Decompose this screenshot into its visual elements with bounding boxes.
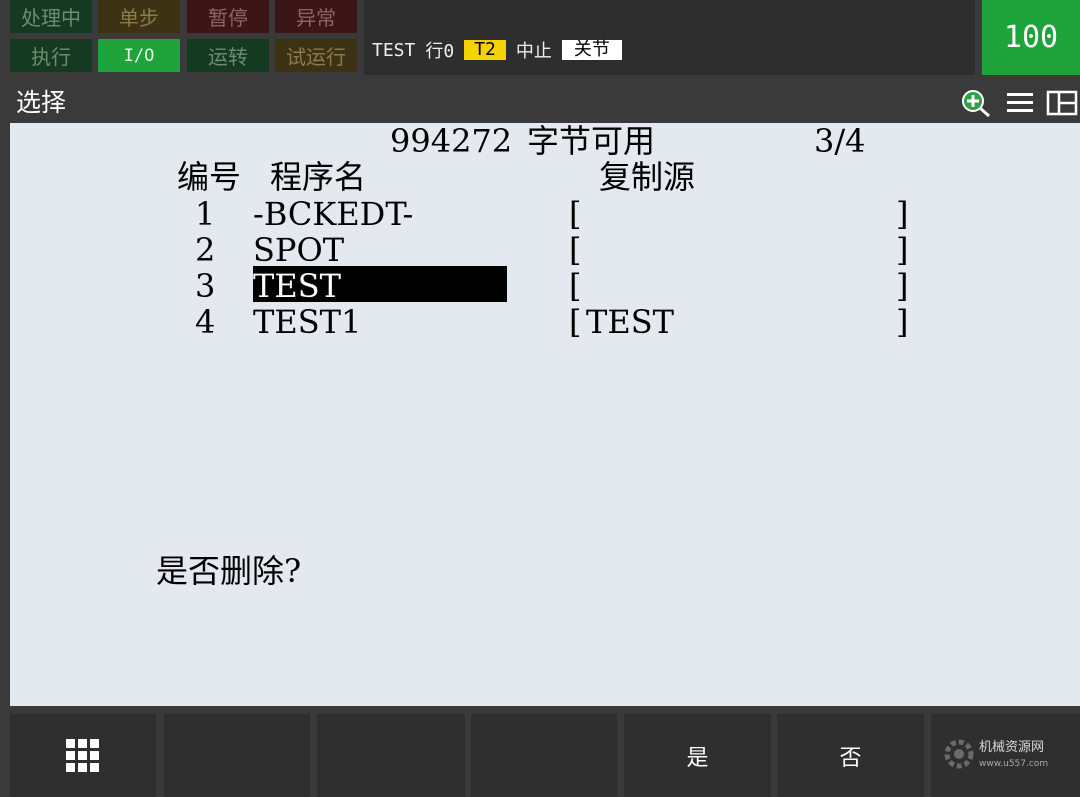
program-name-cell: TEST1 bbox=[253, 303, 362, 341]
fkey-yes[interactable]: 是 bbox=[624, 714, 771, 797]
program-status-line: TEST 行0 T2 中止 关节 bbox=[372, 37, 622, 63]
grid-menu-icon bbox=[66, 738, 99, 772]
col-header-source: 复制源 bbox=[599, 158, 696, 196]
status-processing: 处理中 bbox=[10, 0, 92, 33]
zoom-in-icon[interactable] bbox=[960, 89, 994, 117]
row-number: 3 bbox=[195, 267, 216, 305]
col-header-name: 程序名 bbox=[270, 158, 367, 196]
status-step: 单步 bbox=[98, 0, 180, 33]
source-bracket-close: ] bbox=[896, 303, 909, 341]
speed-override[interactable]: 100 bbox=[982, 0, 1080, 75]
title-bar: 选择 bbox=[10, 83, 1080, 123]
watermark: 机械资源网 www.u557.com bbox=[979, 740, 1048, 772]
watermark-name: 机械资源网 bbox=[979, 740, 1045, 755]
row-number: 2 bbox=[195, 231, 216, 269]
gear-watermark-icon bbox=[944, 739, 974, 769]
source-bracket-close: ] bbox=[896, 231, 909, 269]
fkey-no[interactable]: 否 bbox=[777, 714, 924, 797]
source-bracket-open: [ bbox=[569, 231, 582, 269]
split-view-icon[interactable] bbox=[1046, 89, 1078, 117]
row-number: 1 bbox=[195, 195, 216, 233]
row-number: 4 bbox=[195, 303, 216, 341]
status-fault: 异常 bbox=[275, 0, 357, 33]
source-bracket-open: [ bbox=[569, 303, 582, 341]
override-value: 100 bbox=[1003, 20, 1059, 55]
selection-highlight: TEST bbox=[253, 266, 507, 305]
program-select-screen: 994272 字节可用 3/4 编号 程序名 复制源 1 -BCKEDT- [ … bbox=[10, 123, 1080, 706]
yes-button-label: 是 bbox=[686, 745, 709, 771]
fkey-menu[interactable] bbox=[10, 714, 156, 797]
fkey-f5[interactable]: 机械资源网 www.u557.com bbox=[931, 714, 1080, 797]
source-bracket-open: [ bbox=[569, 267, 582, 305]
status-prod: 运转 bbox=[187, 39, 269, 72]
page-title: 选择 bbox=[16, 88, 67, 117]
mode-badge: T2 bbox=[464, 40, 506, 60]
status-run: 执行 bbox=[10, 39, 92, 72]
coord-badge: 关节 bbox=[561, 40, 622, 60]
line-number: 行0 bbox=[425, 41, 455, 62]
function-key-bar: 是 否 机械资源网 www.u557.com bbox=[10, 706, 1080, 797]
program-name-cell: -BCKEDT- bbox=[253, 195, 414, 233]
status-io: I/O bbox=[98, 39, 180, 72]
fkey-f2[interactable] bbox=[317, 714, 465, 797]
top-status-bar: TEST 行0 T2 中止 关节 bbox=[364, 0, 975, 75]
fkey-f1[interactable] bbox=[164, 714, 310, 797]
fkey-f3[interactable] bbox=[471, 714, 617, 797]
program-name-cell: SPOT bbox=[253, 231, 345, 269]
col-header-no: 编号 bbox=[177, 158, 242, 196]
source-bracket-close: ] bbox=[896, 267, 909, 305]
status-tryrun: 试运行 bbox=[275, 39, 357, 72]
source-bracket-close: ] bbox=[896, 195, 909, 233]
copy-source-cell: TEST bbox=[586, 303, 674, 341]
no-button-label: 否 bbox=[839, 745, 862, 771]
status-hold: 暂停 bbox=[187, 0, 269, 33]
bytes-free-label: 字节可用 bbox=[527, 122, 656, 160]
source-bracket-open: [ bbox=[569, 195, 582, 233]
menu-icon[interactable] bbox=[1006, 89, 1034, 117]
program-name: TEST bbox=[372, 39, 416, 61]
delete-confirm-prompt: 是否删除? bbox=[156, 552, 302, 590]
program-name-cell: TEST bbox=[253, 267, 341, 305]
page-indicator: 3/4 bbox=[814, 122, 866, 160]
watermark-url: www.u557.com bbox=[979, 759, 1049, 769]
bytes-free: 994272 bbox=[390, 122, 513, 160]
run-state: 中止 bbox=[515, 41, 552, 62]
